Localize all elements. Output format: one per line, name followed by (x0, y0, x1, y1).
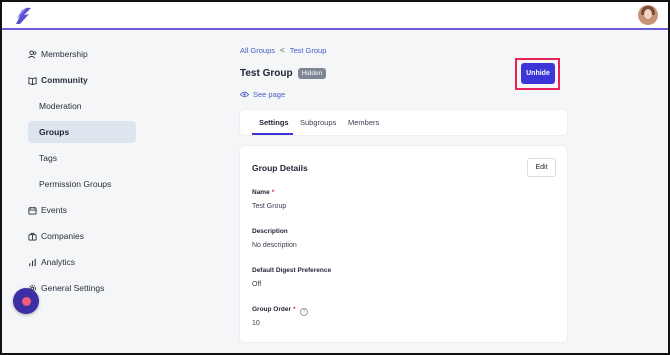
sidebar-item-community[interactable]: Community (28, 69, 88, 91)
sidebar-item-events[interactable]: Events (28, 199, 67, 221)
sidebar-item-membership[interactable]: Membership (28, 43, 88, 65)
tabs-bar: Settings Subgroups Members (240, 110, 567, 135)
name-label-text: Name (252, 189, 270, 196)
status-badge: Hidden (297, 68, 327, 79)
sidebar-item-analytics[interactable]: Analytics (28, 251, 75, 273)
top-bar (2, 2, 668, 30)
group-order-field-label: Group Order * (252, 306, 296, 313)
breadcrumb-current[interactable]: Test Group (290, 46, 327, 55)
card-title: Group Details (252, 163, 308, 173)
sidebar-item-general-settings[interactable]: General Settings (28, 277, 104, 299)
sidebar-item-label: General Settings (41, 283, 105, 293)
breadcrumb-separator: < (280, 46, 285, 55)
active-tab-indicator (252, 133, 293, 135)
unhide-button[interactable]: Unhide (521, 63, 555, 84)
sidebar-item-label: Groups (39, 127, 70, 137)
users-icon (28, 49, 37, 58)
breadcrumb: All Groups < Test Group (240, 46, 326, 55)
breadcrumb-all-groups-link[interactable]: All Groups (240, 46, 275, 55)
sidebar-item-label: Events (41, 205, 67, 215)
page-title: Test Group (240, 68, 293, 79)
group-details-card: Group Details Edit Name * Test Group Desc… (240, 146, 567, 342)
edit-button[interactable]: Edit (527, 158, 556, 177)
group-order-value: 10 (252, 320, 260, 327)
sidebar-item-label: Tags (39, 153, 57, 163)
sidebar-item-label: Community (41, 75, 88, 85)
book-icon (28, 76, 37, 85)
tab-members[interactable]: Members (348, 110, 379, 135)
sidebar-item-tags[interactable]: Tags (39, 147, 57, 169)
name-value: Test Group (252, 203, 287, 210)
sidebar-item-permission-groups[interactable]: Permission Groups (39, 173, 111, 195)
calendar-icon (28, 206, 37, 215)
see-page-link[interactable]: See page (240, 90, 285, 99)
sidebar-item-label: Permission Groups (39, 179, 112, 189)
tab-settings[interactable]: Settings (259, 110, 289, 135)
digest-preference-field-label: Default Digest Preference (252, 267, 332, 274)
tab-subgroups[interactable]: Subgroups (300, 110, 336, 135)
app-logo-icon[interactable] (14, 7, 34, 25)
required-marker: * (271, 189, 275, 196)
digest-preference-value: Off (252, 281, 262, 288)
briefcase-icon (28, 232, 37, 241)
sidebar-item-label: Moderation (39, 101, 82, 111)
eye-icon (240, 91, 249, 98)
title-row: Test Group Hidden (240, 68, 327, 79)
name-field-label: Name * (252, 189, 274, 196)
sidebar-item-moderation[interactable]: Moderation (39, 95, 82, 117)
sidebar-item-label: Analytics (41, 257, 76, 267)
see-page-label: See page (253, 90, 286, 99)
sidebar-item-companies[interactable]: Companies (28, 225, 84, 247)
help-widget-icon (21, 296, 31, 306)
help-widget-button[interactable] (13, 288, 39, 314)
sidebar-item-label: Companies (41, 231, 84, 241)
app-window: Membership Community Moderation Groups T… (0, 0, 670, 355)
group-order-label-text: Group Order (252, 306, 292, 313)
required-marker: * (293, 306, 296, 313)
user-avatar[interactable] (638, 5, 658, 25)
sidebar-item-label: Membership (41, 49, 88, 59)
help-circle-icon[interactable]: ? (300, 308, 308, 316)
description-value: No description (252, 242, 297, 249)
bar-chart-icon (29, 258, 36, 266)
description-field-label: Description (252, 228, 288, 235)
